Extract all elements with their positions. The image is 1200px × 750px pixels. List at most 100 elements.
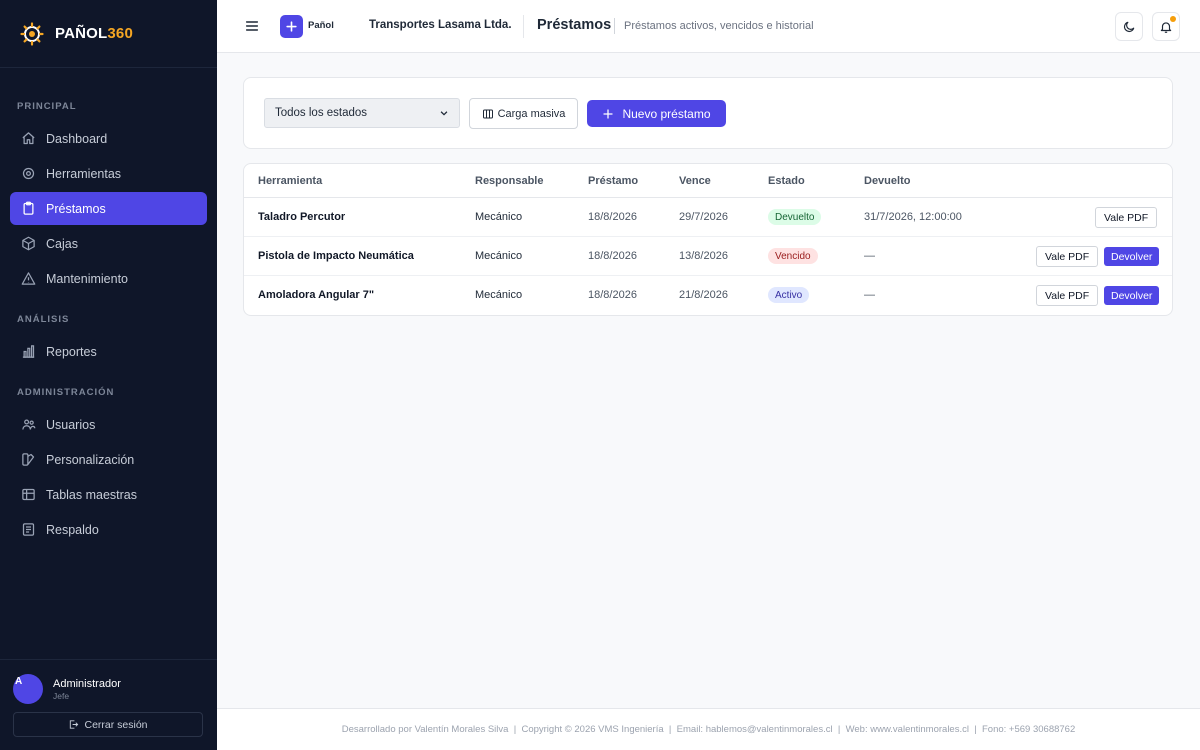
plus-icon xyxy=(603,108,614,119)
cell-responsible: Mecánico xyxy=(475,250,523,262)
notification-dot xyxy=(1170,16,1176,22)
logout-label: Cerrar sesión xyxy=(84,718,148,731)
cell-returned: 31/7/2026, 12:00:00 xyxy=(864,211,962,223)
sidebar-item-label: Usuarios xyxy=(46,417,96,432)
table-row: Amoladora Angular 7" Mecánico 18/8/2026 … xyxy=(244,276,1172,315)
company-name: Transportes Lasama Ltda. xyxy=(369,19,512,31)
footer-text: Desarrollado por Valentín Morales Silva … xyxy=(341,724,1076,735)
cell-due-date: 21/8/2026 xyxy=(679,289,728,301)
cell-loan-date: 18/8/2026 xyxy=(588,289,637,301)
sidebar-item-label: Cajas xyxy=(46,236,78,251)
table-row: Taladro Percutor Mecánico 18/8/2026 29/7… xyxy=(244,198,1172,237)
status-filter-value: Todos los estados xyxy=(275,107,368,119)
brand-name: PAÑOL360 xyxy=(55,25,134,42)
filter-bar: Todos los estados Carga masiva Nuevo pré… xyxy=(243,77,1173,149)
menu-icon[interactable] xyxy=(244,18,260,34)
cell-tool: Taladro Percutor xyxy=(258,211,346,223)
cell-responsible: Mecánico xyxy=(475,289,523,301)
table-row: Pistola de Impacto Neumática Mecánico 18… xyxy=(244,237,1172,276)
clipboard-icon xyxy=(20,201,36,217)
palette-icon xyxy=(20,452,36,468)
table-header: Herramienta Responsable Préstamo Vence E… xyxy=(244,164,1172,198)
backup-icon xyxy=(20,522,36,538)
warning-icon xyxy=(20,271,36,287)
column-header: Estado xyxy=(768,175,805,187)
cell-tool: Pistola de Impacto Neumática xyxy=(258,250,414,262)
page-title: Préstamos xyxy=(537,17,612,33)
pdf-voucher-button[interactable]: Vale PDF xyxy=(1036,285,1099,306)
section-label-analisis: ANÁLISIS xyxy=(17,314,70,325)
status-badge: Activo xyxy=(768,287,810,303)
avatar[interactable]: A xyxy=(13,674,43,704)
plus-icon xyxy=(286,21,297,32)
divider xyxy=(523,15,524,38)
sidebar: PAÑOL360 PRINCIPAL Dashboard Herramienta… xyxy=(0,0,217,750)
cell-returned: — xyxy=(864,250,875,262)
moon-icon xyxy=(1124,21,1135,32)
pdf-voucher-button[interactable]: Vale PDF xyxy=(1095,207,1158,228)
cell-due-date: 13/8/2026 xyxy=(679,250,728,262)
panol-plus-button[interactable] xyxy=(280,15,303,38)
new-loan-button[interactable]: Nuevo préstamo xyxy=(587,100,726,127)
sidebar-item-personalizacion[interactable]: Personalización xyxy=(10,443,207,476)
sidebar-item-prestamos[interactable]: Préstamos xyxy=(10,192,207,225)
user-role: Jefe xyxy=(53,691,70,701)
column-header: Herramienta xyxy=(258,175,323,187)
sidebar-item-label: Préstamos xyxy=(46,201,106,216)
column-header: Préstamo xyxy=(588,175,639,187)
cell-returned: — xyxy=(864,289,875,301)
users-icon xyxy=(20,417,36,433)
cell-responsible: Mecánico xyxy=(475,211,523,223)
sidebar-item-label: Personalización xyxy=(46,452,135,467)
notifications-button[interactable] xyxy=(1152,12,1180,41)
page-subtitle: Préstamos activos, vencidos e historial xyxy=(624,20,814,32)
theme-toggle-button[interactable] xyxy=(1115,12,1143,41)
sidebar-item-herramientas[interactable]: Herramientas xyxy=(10,157,207,190)
brand[interactable]: PAÑOL360 xyxy=(0,0,217,68)
column-header: Vence xyxy=(679,175,711,187)
page-footer: Desarrollado por Valentín Morales Silva … xyxy=(217,708,1200,750)
table-icon xyxy=(20,487,36,503)
sidebar-item-usuarios[interactable]: Usuarios xyxy=(10,408,207,441)
divider xyxy=(614,18,615,34)
chevron-down-icon xyxy=(440,111,448,116)
sidebar-item-label: Mantenimiento xyxy=(46,271,128,286)
bulk-upload-button[interactable]: Carga masiva xyxy=(469,98,578,129)
sidebar-item-label: Dashboard xyxy=(46,131,108,146)
pdf-voucher-button[interactable]: Vale PDF xyxy=(1036,246,1099,267)
user-panel: A Administrador Jefe Cerrar sesión xyxy=(0,659,217,750)
sidebar-item-respaldo[interactable]: Respaldo xyxy=(10,513,207,546)
return-button[interactable]: Devolver xyxy=(1104,247,1160,266)
panol-label: Pañol xyxy=(308,20,334,31)
sidebar-item-reportes[interactable]: Reportes xyxy=(10,335,207,368)
new-loan-label: Nuevo préstamo xyxy=(622,106,711,121)
sidebar-item-dashboard[interactable]: Dashboard xyxy=(10,122,207,155)
status-filter-select[interactable]: Todos los estados xyxy=(264,98,460,128)
bulk-upload-label: Carga masiva xyxy=(497,107,566,120)
cell-due-date: 29/7/2026 xyxy=(679,211,728,223)
box-icon xyxy=(20,236,36,252)
status-badge: Devuelto xyxy=(768,209,822,225)
bar-chart-icon xyxy=(20,344,36,360)
cell-tool: Amoladora Angular 7" xyxy=(258,289,375,301)
columns-icon xyxy=(482,109,493,118)
gear-icon xyxy=(20,166,36,182)
sidebar-item-label: Herramientas xyxy=(46,166,122,181)
cell-loan-date: 18/8/2026 xyxy=(588,250,637,262)
column-header: Devuelto xyxy=(864,175,911,187)
logout-icon xyxy=(70,720,79,729)
section-label-principal: PRINCIPAL xyxy=(17,101,77,112)
user-name: Administrador xyxy=(53,678,121,690)
logout-button[interactable]: Cerrar sesión xyxy=(13,712,203,737)
loans-table: Herramienta Responsable Préstamo Vence E… xyxy=(243,163,1173,316)
topbar: Pañol Transportes Lasama Ltda. Préstamos… xyxy=(217,0,1200,53)
sidebar-item-mantenimiento[interactable]: Mantenimiento xyxy=(10,262,207,295)
status-badge: Vencido xyxy=(768,248,818,264)
return-button[interactable]: Devolver xyxy=(1104,286,1160,305)
sidebar-item-label: Tablas maestras xyxy=(46,487,138,502)
sidebar-item-label: Respaldo xyxy=(46,522,99,537)
gear-logo-icon xyxy=(20,21,44,46)
sidebar-item-cajas[interactable]: Cajas xyxy=(10,227,207,260)
sidebar-item-tablas-maestras[interactable]: Tablas maestras xyxy=(10,478,207,511)
section-label-administracion: ADMINISTRACIÓN xyxy=(17,387,115,398)
